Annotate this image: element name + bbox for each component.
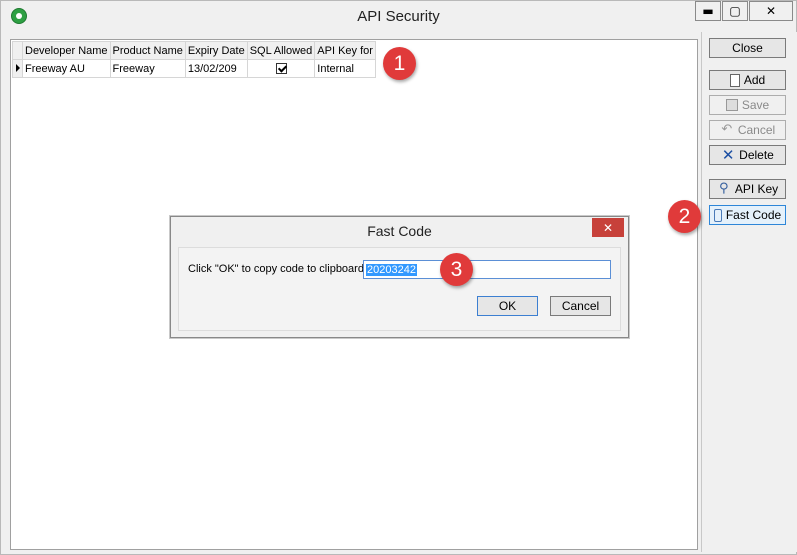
- add-button[interactable]: Add: [709, 70, 786, 90]
- column-header-developer-name[interactable]: Developer Name: [22, 41, 111, 60]
- save-button-label: Save: [741, 98, 770, 112]
- phone-icon: [713, 208, 722, 222]
- row-header-corner: [12, 41, 23, 60]
- delete-x-icon: ✕: [721, 146, 735, 164]
- close-button-label: Close: [732, 41, 763, 55]
- delete-button-label: Delete: [739, 148, 774, 162]
- cancel-button-label: Cancel: [737, 123, 776, 137]
- add-button-label: Add: [743, 73, 766, 87]
- fast-code-dialog: Fast Code ✕ Click "OK" to copy code to c…: [170, 216, 629, 338]
- table-header-row: Developer Name Product Name Expiry Date …: [12, 41, 376, 60]
- document-icon: [729, 73, 740, 87]
- callout-3: 3: [440, 253, 473, 286]
- callout-2: 2: [668, 200, 701, 233]
- api-key-button[interactable]: ⚲ API Key: [709, 179, 786, 199]
- dialog-body: Click "OK" to copy code to clipboard 202…: [178, 247, 621, 331]
- ok-button[interactable]: OK: [477, 296, 538, 316]
- title-bar: API Security ▬ ▢ ✕: [1, 1, 796, 31]
- column-header-product-name[interactable]: Product Name: [109, 41, 186, 60]
- undo-icon: ↶: [721, 122, 733, 137]
- dialog-cancel-button[interactable]: Cancel: [550, 296, 611, 316]
- cell-sql-allowed[interactable]: [246, 59, 316, 78]
- save-button[interactable]: Save: [709, 95, 786, 115]
- action-panel: Close Add Save ↶ Cancel ✕ Delete ⚲ API K…: [701, 32, 797, 552]
- api-key-button-label: API Key: [734, 182, 779, 196]
- fast-code-button[interactable]: Fast Code: [709, 205, 786, 225]
- row-selector[interactable]: [12, 59, 23, 78]
- dialog-title: Fast Code: [367, 223, 432, 239]
- sql-allowed-checkbox[interactable]: [275, 63, 287, 75]
- dialog-prompt: Click "OK" to copy code to clipboard: [188, 263, 364, 275]
- fast-code-button-label: Fast Code: [725, 208, 782, 222]
- dialog-close-button[interactable]: ✕: [592, 218, 624, 237]
- window-title: API Security: [357, 8, 440, 25]
- cell-expiry-date[interactable]: 13/02/209: [184, 59, 248, 78]
- api-table: Developer Name Product Name Expiry Date …: [12, 41, 376, 78]
- key-icon: ⚲: [719, 181, 729, 196]
- maximize-button[interactable]: ▢: [722, 1, 748, 21]
- table-row[interactable]: Freeway AU Freeway 13/02/209 Internal: [12, 59, 376, 78]
- cancel-button[interactable]: ↶ Cancel: [709, 120, 786, 140]
- cell-product-name[interactable]: Freeway: [109, 59, 186, 78]
- delete-button[interactable]: ✕ Delete: [709, 145, 786, 165]
- cell-developer-name[interactable]: Freeway AU: [22, 59, 111, 78]
- cell-api-key-for[interactable]: Internal: [314, 59, 376, 78]
- current-row-arrow-icon: [16, 63, 20, 72]
- column-header-sql-allowed[interactable]: SQL Allowed: [246, 41, 316, 60]
- minimize-button[interactable]: ▬: [695, 1, 721, 21]
- callout-1: 1: [383, 47, 416, 80]
- close-window-button[interactable]: ✕: [749, 1, 793, 21]
- fast-code-field[interactable]: 20203242: [363, 260, 611, 279]
- save-icon: [725, 99, 738, 111]
- column-header-api-key-for[interactable]: API Key for: [314, 41, 376, 60]
- close-button[interactable]: Close: [709, 38, 786, 58]
- column-header-expiry-date[interactable]: Expiry Date: [184, 41, 248, 60]
- fast-code-value: 20203242: [366, 264, 417, 276]
